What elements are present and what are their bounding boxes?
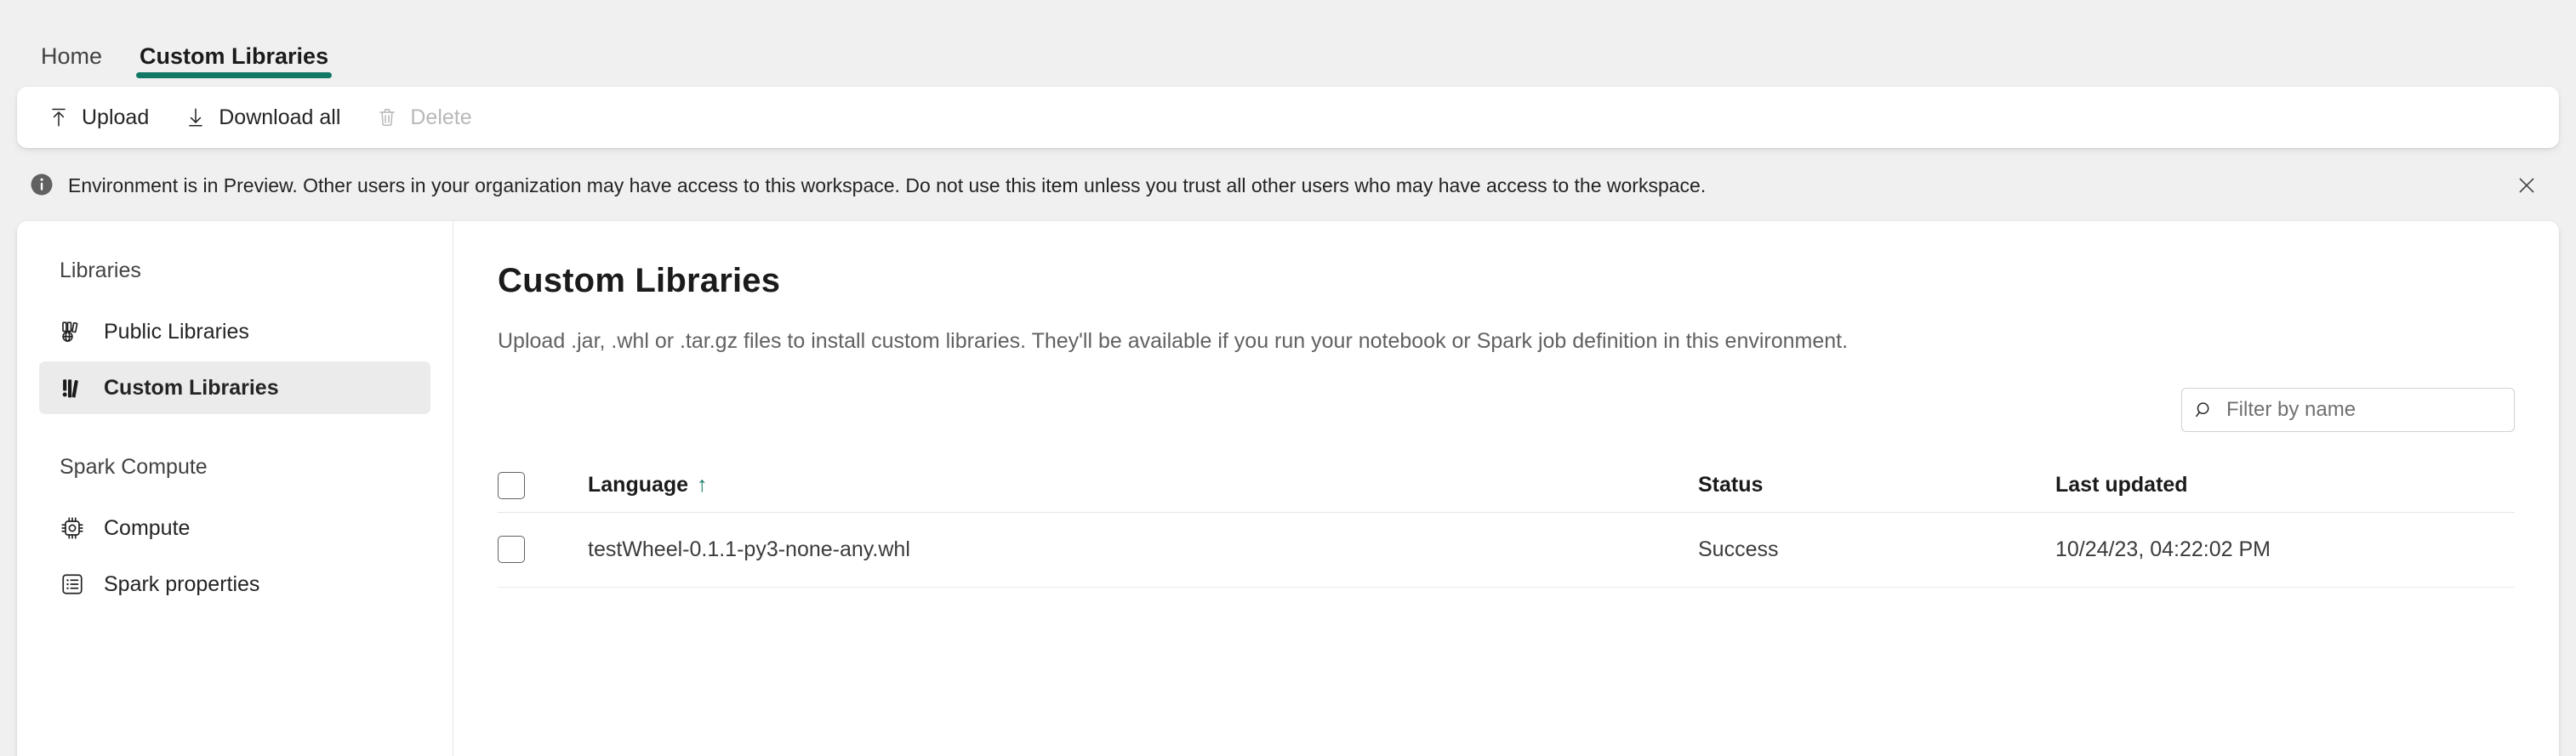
column-header-language-label: Language [588, 473, 689, 497]
filter-by-name-box[interactable] [2181, 388, 2515, 432]
toolbar: Upload Download all Delete [17, 87, 2559, 148]
page-description: Upload .jar, .whl or .tar.gz files to in… [498, 329, 1849, 353]
table-head: Language ↑ Status Last updated [498, 459, 2515, 513]
upload-button-label: Upload [82, 105, 150, 129]
arrow-download-icon [185, 106, 207, 128]
sidebar-item-spark-properties-label: Spark properties [104, 571, 260, 596]
custom-libraries-table: Language ↑ Status Last updated testWheel… [498, 459, 2515, 588]
content-card: Libraries Public Libraries Custom Librar… [17, 221, 2559, 756]
row-checkbox[interactable] [498, 536, 525, 563]
tab-strip: Home Custom Libraries [0, 0, 2576, 82]
sidebar-item-spark-properties[interactable]: Spark properties [39, 558, 430, 611]
close-icon [2516, 174, 2538, 199]
trash-icon [376, 106, 398, 128]
filter-by-name-input[interactable] [2226, 398, 2502, 422]
select-all-header [498, 459, 588, 513]
list-properties-icon [60, 571, 85, 597]
sidebar-item-compute[interactable]: Compute [39, 502, 430, 554]
row-status-cell: Success [1698, 512, 2055, 588]
custom-libraries-icon [60, 375, 85, 401]
page-title: Custom Libraries [498, 262, 781, 299]
download-all-button-label: Download all [219, 105, 341, 129]
tab-custom-libraries[interactable]: Custom Libraries [121, 45, 347, 82]
arrow-upload-icon [48, 106, 70, 128]
preview-info-banner: Environment is in Preview. Other users i… [17, 160, 2559, 213]
tab-home[interactable]: Home [22, 45, 121, 82]
row-select-cell [498, 512, 588, 588]
banner-close-button[interactable] [2508, 168, 2545, 205]
column-header-last-updated[interactable]: Last updated [2055, 459, 2515, 513]
column-header-status[interactable]: Status [1698, 459, 2055, 513]
row-language-cell: testWheel-0.1.1-py3-none-any.whl [588, 512, 1698, 588]
sidebar-item-public-libraries-label: Public Libraries [104, 319, 249, 344]
table-row[interactable]: testWheel-0.1.1-py3-none-any.whl Success… [498, 512, 2515, 588]
delete-button[interactable]: Delete [361, 96, 487, 139]
column-header-status-label: Status [1698, 473, 1764, 497]
search-icon [2194, 400, 2214, 420]
table-body: testWheel-0.1.1-py3-none-any.whl Success… [498, 512, 2515, 588]
tab-custom-libraries-label: Custom Libraries [140, 43, 329, 69]
row-last-updated-cell: 10/24/23, 04:22:02 PM [2055, 512, 2515, 588]
sidebar-item-custom-libraries[interactable]: Custom Libraries [39, 361, 430, 414]
column-header-last-updated-label: Last updated [2055, 473, 2188, 497]
tab-home-label: Home [41, 43, 103, 69]
language-sort-control[interactable]: Language ↑ [588, 473, 708, 497]
sidebar-section-spark-compute-title: Spark Compute [60, 455, 208, 479]
public-libraries-icon [60, 319, 85, 344]
delete-button-label: Delete [410, 105, 472, 129]
download-all-button[interactable]: Download all [169, 96, 356, 139]
select-all-checkbox[interactable] [498, 471, 525, 499]
banner-message: Environment is in Preview. Other users i… [68, 174, 1707, 197]
table-header-row: Language ↑ Status Last updated [498, 459, 2515, 513]
sidebar-item-public-libraries[interactable]: Public Libraries [39, 305, 430, 358]
upload-button[interactable]: Upload [32, 96, 164, 139]
cpu-chip-icon [60, 515, 85, 541]
sidebar-item-custom-libraries-label: Custom Libraries [104, 375, 279, 400]
sort-ascending-icon: ↑ [697, 473, 708, 497]
main-pane: Custom Libraries Upload .jar, .whl or .t… [453, 221, 2559, 756]
column-header-language[interactable]: Language ↑ [588, 459, 1698, 513]
filter-row [498, 388, 2515, 432]
sidebar-section-libraries-title: Libraries [60, 259, 141, 282]
sidebar: Libraries Public Libraries Custom Librar… [17, 221, 453, 756]
info-circle-icon [29, 172, 54, 202]
sidebar-item-compute-label: Compute [104, 515, 191, 540]
